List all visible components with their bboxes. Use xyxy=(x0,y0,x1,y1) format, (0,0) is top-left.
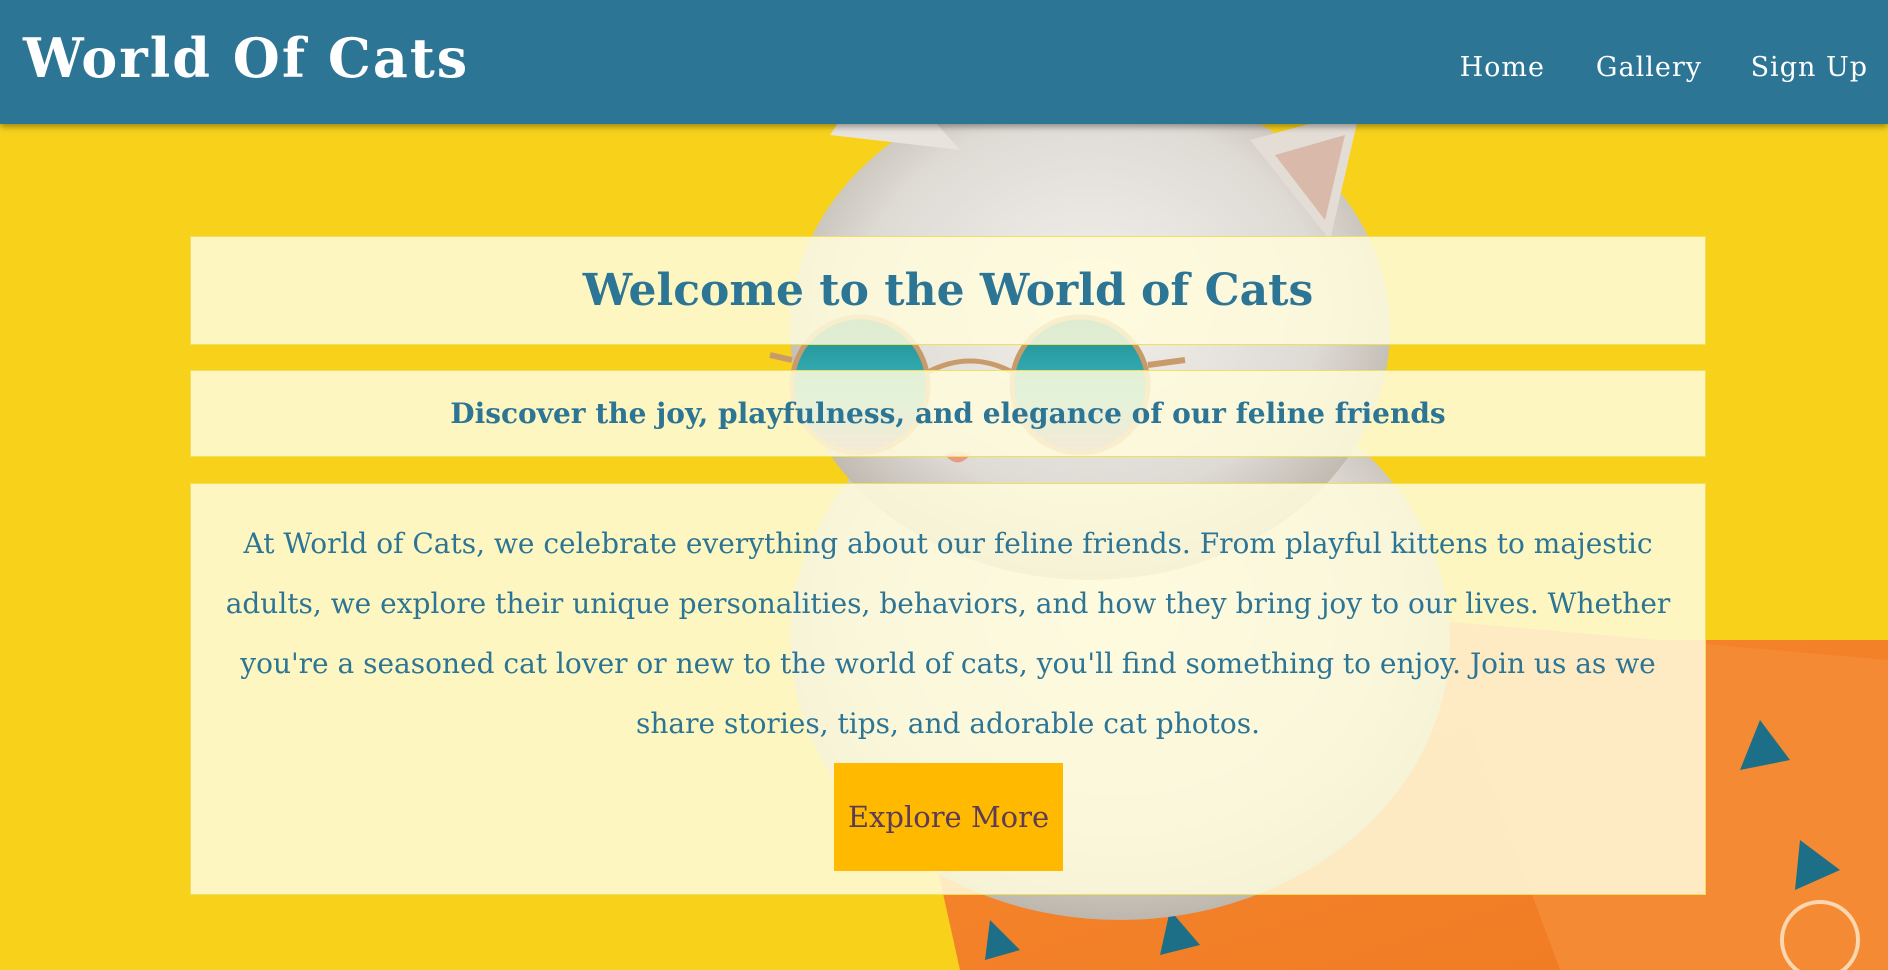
nav-link-sign-up[interactable]: Sign Up xyxy=(1751,52,1868,83)
top-nav-bar: World Of Cats Home Gallery Sign Up xyxy=(0,0,1888,124)
welcome-panel: Welcome to the World of Cats xyxy=(190,236,1706,345)
page-subtitle: Discover the joy, playfulness, and elega… xyxy=(450,397,1446,430)
explore-more-button[interactable]: Explore More xyxy=(834,763,1063,871)
nav-link-home[interactable]: Home xyxy=(1460,52,1545,83)
site-brand[interactable]: World Of Cats xyxy=(23,26,469,90)
nav-link-gallery[interactable]: Gallery xyxy=(1596,52,1702,83)
intro-text: At World of Cats, we celebrate everythin… xyxy=(225,527,1671,740)
subtitle-panel: Discover the joy, playfulness, and elega… xyxy=(190,370,1706,457)
page-title: Welcome to the World of Cats xyxy=(582,265,1314,316)
intro-panel: At World of Cats, we celebrate everythin… xyxy=(190,483,1706,895)
